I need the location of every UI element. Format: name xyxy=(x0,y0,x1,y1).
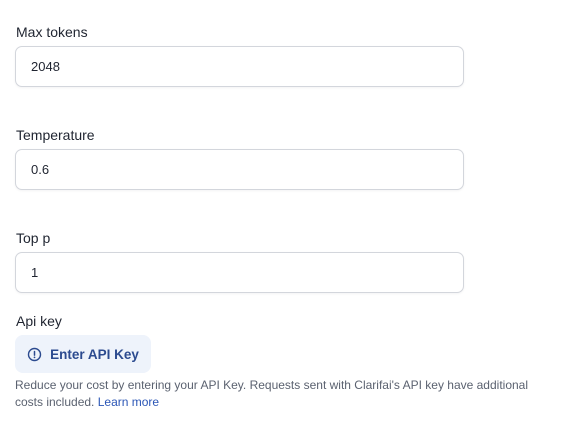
max-tokens-input[interactable] xyxy=(16,47,463,86)
temperature-field[interactable] xyxy=(15,149,464,190)
alert-circle-icon xyxy=(27,347,42,362)
temperature-input[interactable] xyxy=(16,150,463,189)
enter-api-key-button[interactable]: Enter API Key xyxy=(15,335,151,373)
temperature-label: Temperature xyxy=(16,127,95,143)
top-p-label: Top p xyxy=(16,230,51,246)
model-settings-panel: Max tokens Temperature Top p Api key Ent… xyxy=(0,0,568,423)
learn-more-link[interactable]: Learn more xyxy=(98,395,159,409)
top-p-field[interactable] xyxy=(15,252,464,293)
max-tokens-label: Max tokens xyxy=(16,24,88,40)
api-key-label: Api key xyxy=(16,313,62,329)
enter-api-key-label: Enter API Key xyxy=(50,346,139,362)
max-tokens-field[interactable] xyxy=(15,46,464,87)
api-key-help-text: Reduce your cost by entering your API Ke… xyxy=(15,377,555,411)
api-key-help-message: Reduce your cost by entering your API Ke… xyxy=(15,378,529,409)
top-p-input[interactable] xyxy=(16,253,463,292)
